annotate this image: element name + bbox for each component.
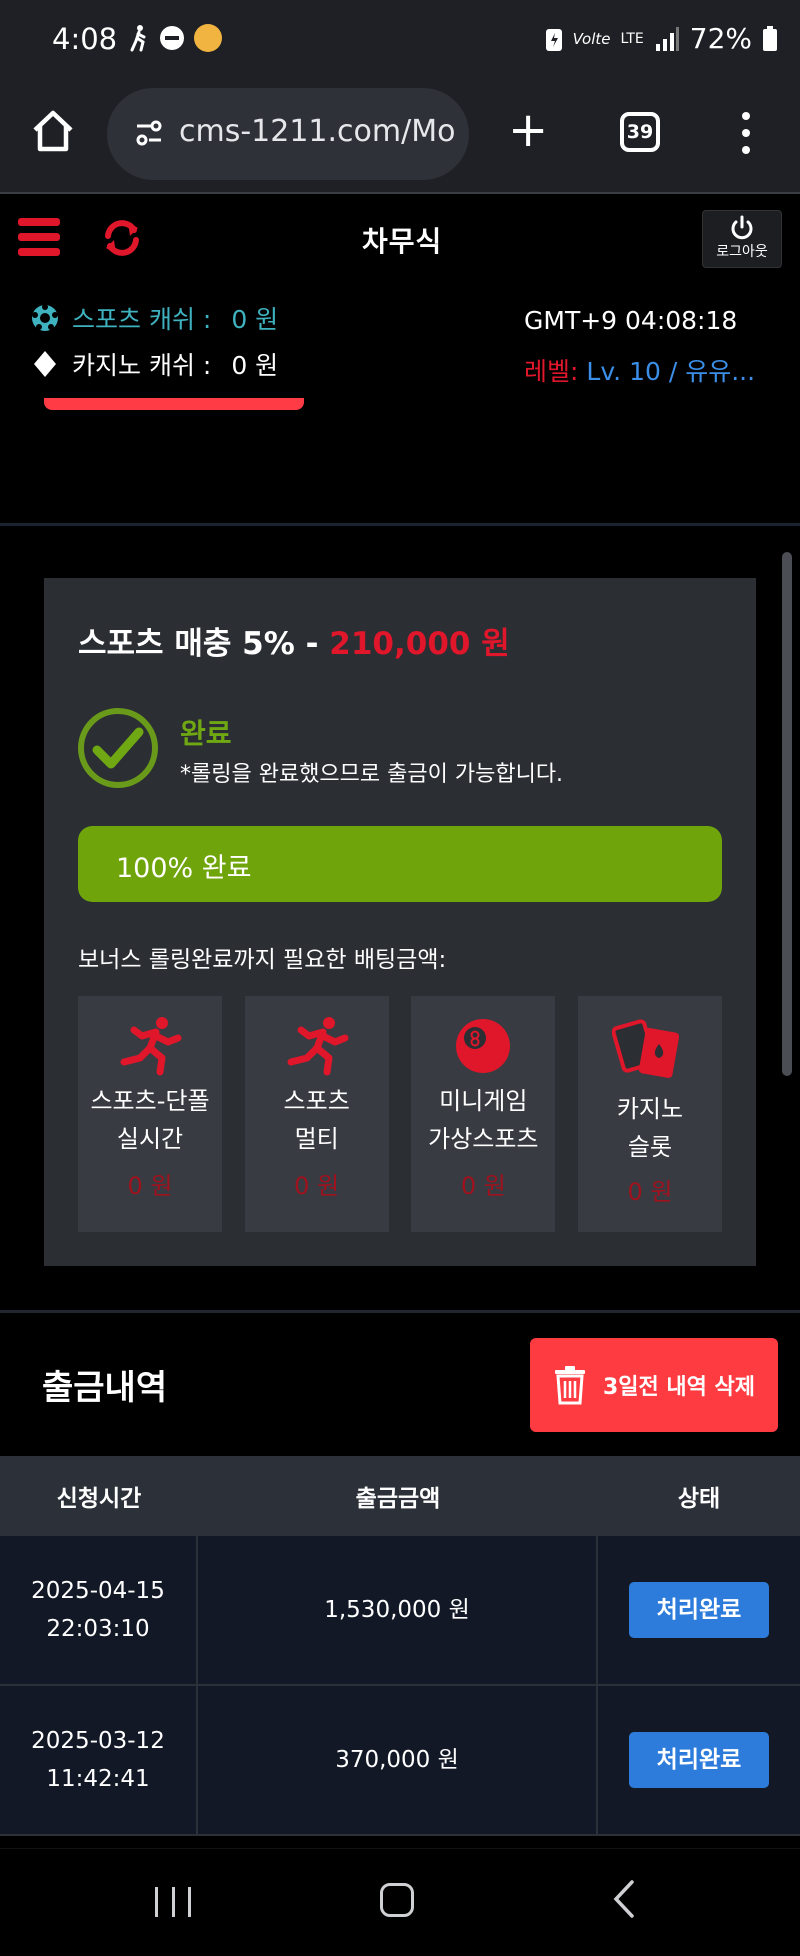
rolling-progress-bar: 100% 완료 — [78, 826, 722, 902]
app-notification-icon — [194, 24, 222, 52]
do-not-disturb-icon — [160, 26, 184, 50]
walking-icon — [130, 25, 146, 52]
sports-cash: 스포츠 캐쉬 : 0 원 — [30, 300, 278, 336]
game-name: 스포츠-단폴 실시간 — [90, 1087, 210, 1153]
column-header-status: 상태 — [677, 1486, 721, 1512]
browser-toolbar: cms-1211.com/Mo + 39 — [0, 82, 800, 194]
battery-saver-icon — [545, 28, 562, 51]
logout-label: 로그아웃 — [716, 244, 768, 260]
table-row: 2025-04-15 22:03:10 1,530,000 원 처리완료 — [0, 1536, 800, 1686]
bonus-title-prefix: 스포츠 매충 5% - — [78, 626, 319, 662]
level-label: 레벨: — [524, 357, 579, 386]
browser-menu-icon[interactable] — [740, 112, 752, 154]
url-text: cms-1211.com/Mo — [179, 114, 456, 149]
home-icon[interactable] — [30, 108, 76, 154]
site-header: 차무식 로그아웃 스포츠 캐쉬 : 0 원 카지노 캐쉬 : 0 원 GMT+9… — [0, 196, 800, 526]
required-bet-label: 보너스 롤링완료까지 필요한 배팅금액: — [78, 947, 447, 973]
status-bar: 4:08 Volte LTE 72% — [0, 0, 800, 82]
status-cell: 처리완료 — [598, 1536, 800, 1684]
back-icon[interactable] — [612, 1879, 636, 1919]
status-icons-right: Volte LTE 72% — [545, 22, 778, 55]
sports-cash-label: 스포츠 캐쉬 : — [72, 305, 212, 334]
volte-label: Volte — [572, 29, 611, 48]
table-header: 신청시간 출금금액 상태 — [0, 1456, 800, 1536]
status-cell: 처리완료 — [598, 1686, 800, 1834]
runner-icon — [287, 1017, 349, 1076]
user-level[interactable]: 레벨: Lv. 10 / 유유... — [524, 352, 755, 388]
casino-cash-amount: 0 원 — [231, 351, 279, 380]
scrollbar-thumb[interactable] — [782, 552, 792, 1076]
bonus-title: 스포츠 매충 5% - 210,000 원 — [78, 618, 510, 663]
cash-underline — [44, 398, 304, 410]
bonus-title-amount: 210,000 원 — [329, 626, 510, 662]
signal-icon — [655, 26, 679, 51]
delete-old-history-button[interactable]: 3일전 내역 삭제 — [530, 1338, 778, 1432]
billiard-ball-icon — [456, 1019, 511, 1073]
server-clock: GMT+9 04:08:18 — [524, 306, 738, 335]
bonus-rolling-card: 스포츠 매충 5% - 210,000 원 완료 *롤링을 완료했으므로 출금이… — [44, 578, 756, 1266]
game-amount: 0 원 — [460, 1172, 506, 1200]
status-badge[interactable]: 처리완료 — [629, 1732, 769, 1788]
game-card-minigame[interactable]: 미니게임 가상스포츠 0 원 — [411, 996, 556, 1232]
runner-icon — [120, 1017, 182, 1076]
hamburger-menu-icon[interactable] — [18, 218, 60, 256]
status-icons-left — [128, 24, 222, 52]
section-divider — [0, 1310, 800, 1313]
game-name: 스포츠 멀티 — [283, 1087, 350, 1153]
delete-button-label: 3일전 내역 삭제 — [602, 1375, 756, 1400]
withdraw-history-table: 신청시간 출금금액 상태 2025-04-15 22:03:10 1,530,00… — [0, 1456, 800, 1836]
game-amount: 0 원 — [294, 1172, 340, 1200]
recent-apps-icon[interactable] — [155, 1887, 191, 1917]
soccer-ball-icon — [32, 304, 58, 331]
game-card-sports-multi[interactable]: 스포츠 멀티 0 원 — [244, 996, 389, 1232]
check-circle-icon — [78, 708, 158, 788]
game-name: 미니게임 가상스포츠 — [428, 1087, 539, 1153]
amount-cell: 1,530,000 원 — [198, 1536, 598, 1684]
rolling-progress-text: 100% 완료 — [116, 853, 252, 884]
table-row: 2025-03-12 11:42:41 370,000 원 처리완료 — [0, 1686, 800, 1836]
sports-cash-amount: 0 원 — [231, 305, 279, 334]
trash-icon — [554, 1366, 585, 1405]
withdraw-history-title: 출금내역 — [42, 1368, 168, 1408]
casino-cash: 카지노 캐쉬 : 0 원 — [30, 346, 278, 382]
request-time-cell: 2025-03-12 11:42:41 — [0, 1686, 198, 1834]
home-nav-icon[interactable] — [380, 1883, 414, 1917]
battery-icon — [763, 25, 777, 51]
power-icon — [731, 215, 753, 240]
rolling-status-description: *롤링을 완료했으므로 출금이 가능합니다. — [180, 762, 564, 787]
rolling-status-label: 완료 — [180, 717, 232, 750]
new-tab-button[interactable]: + — [508, 106, 548, 154]
battery-percent: 72% — [689, 22, 752, 55]
level-value: Lv. 10 / 유유... — [586, 357, 756, 386]
system-navigation-bar — [0, 1848, 800, 1956]
address-bar[interactable]: cms-1211.com/Mo — [107, 88, 469, 180]
refresh-icon[interactable] — [100, 216, 144, 260]
game-category-grid: 스포츠-단폴 실시간 0 원 스포츠 멀티 0 원 미니게임 가상스포츠 0 원 카지… — [78, 996, 722, 1232]
tab-switcher-button[interactable]: 39 — [620, 112, 660, 152]
status-badge[interactable]: 처리완료 — [629, 1582, 769, 1638]
column-header-amount: 출금금액 — [355, 1486, 441, 1512]
logout-button[interactable]: 로그아웃 — [702, 210, 782, 268]
column-header-request-time: 신청시간 — [56, 1486, 142, 1512]
game-card-casino[interactable]: 카지노 슬롯 0 원 — [577, 996, 722, 1232]
status-time: 4:08 — [52, 22, 118, 56]
game-amount: 0 원 — [127, 1172, 173, 1200]
diamond-icon — [34, 351, 56, 377]
site-settings-icon[interactable] — [135, 120, 163, 146]
request-time-cell: 2025-04-15 22:03:10 — [0, 1536, 198, 1684]
lte-label: LTE — [620, 30, 644, 47]
site-logo[interactable]: 차무식 — [362, 220, 442, 260]
game-amount: 0 원 — [627, 1178, 673, 1206]
game-name: 카지노 슬롯 — [616, 1095, 684, 1161]
amount-cell: 370,000 원 — [198, 1686, 598, 1834]
game-card-sports-single[interactable]: 스포츠-단폴 실시간 0 원 — [78, 996, 222, 1232]
playing-cards-icon — [611, 1019, 680, 1078]
casino-cash-label: 카지노 캐쉬 : — [72, 351, 212, 380]
